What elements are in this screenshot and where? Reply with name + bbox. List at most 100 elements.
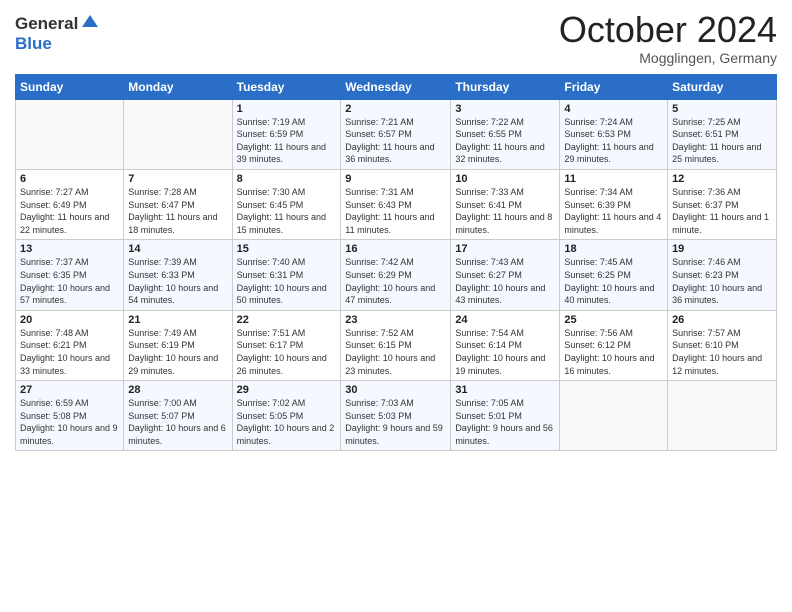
calendar-cell: 2Sunrise: 7:21 AM Sunset: 6:57 PM Daylig… bbox=[341, 99, 451, 169]
calendar-cell bbox=[668, 381, 777, 451]
day-number: 15 bbox=[237, 243, 337, 255]
day-number: 5 bbox=[672, 103, 772, 115]
calendar-cell bbox=[560, 381, 668, 451]
calendar-cell: 7Sunrise: 7:28 AM Sunset: 6:47 PM Daylig… bbox=[124, 169, 232, 239]
day-number: 16 bbox=[345, 243, 446, 255]
day-number: 31 bbox=[455, 384, 555, 396]
day-info: Sunrise: 7:31 AM Sunset: 6:43 PM Dayligh… bbox=[345, 186, 446, 236]
calendar-week-row: 20Sunrise: 7:48 AM Sunset: 6:21 PM Dayli… bbox=[16, 310, 777, 380]
calendar-cell: 1Sunrise: 7:19 AM Sunset: 6:59 PM Daylig… bbox=[232, 99, 341, 169]
page: General Blue October 2024 Mogglingen, Ge… bbox=[0, 0, 792, 612]
calendar-week-row: 13Sunrise: 7:37 AM Sunset: 6:35 PM Dayli… bbox=[16, 240, 777, 310]
day-info: Sunrise: 6:59 AM Sunset: 5:08 PM Dayligh… bbox=[20, 397, 119, 447]
day-info: Sunrise: 7:24 AM Sunset: 6:53 PM Dayligh… bbox=[564, 116, 663, 166]
calendar-day-header: Tuesday bbox=[232, 74, 341, 99]
calendar-cell: 5Sunrise: 7:25 AM Sunset: 6:51 PM Daylig… bbox=[668, 99, 777, 169]
day-number: 1 bbox=[237, 103, 337, 115]
day-info: Sunrise: 7:05 AM Sunset: 5:01 PM Dayligh… bbox=[455, 397, 555, 447]
calendar-cell: 17Sunrise: 7:43 AM Sunset: 6:27 PM Dayli… bbox=[451, 240, 560, 310]
calendar-cell: 28Sunrise: 7:00 AM Sunset: 5:07 PM Dayli… bbox=[124, 381, 232, 451]
day-info: Sunrise: 7:30 AM Sunset: 6:45 PM Dayligh… bbox=[237, 186, 337, 236]
calendar-cell: 4Sunrise: 7:24 AM Sunset: 6:53 PM Daylig… bbox=[560, 99, 668, 169]
day-info: Sunrise: 7:42 AM Sunset: 6:29 PM Dayligh… bbox=[345, 256, 446, 306]
day-info: Sunrise: 7:19 AM Sunset: 6:59 PM Dayligh… bbox=[237, 116, 337, 166]
calendar-day-header: Saturday bbox=[668, 74, 777, 99]
calendar-cell: 24Sunrise: 7:54 AM Sunset: 6:14 PM Dayli… bbox=[451, 310, 560, 380]
calendar-day-header: Monday bbox=[124, 74, 232, 99]
day-number: 27 bbox=[20, 384, 119, 396]
day-number: 6 bbox=[20, 173, 119, 185]
day-info: Sunrise: 7:57 AM Sunset: 6:10 PM Dayligh… bbox=[672, 327, 772, 377]
day-number: 3 bbox=[455, 103, 555, 115]
calendar-cell: 20Sunrise: 7:48 AM Sunset: 6:21 PM Dayli… bbox=[16, 310, 124, 380]
calendar-cell: 9Sunrise: 7:31 AM Sunset: 6:43 PM Daylig… bbox=[341, 169, 451, 239]
day-info: Sunrise: 7:40 AM Sunset: 6:31 PM Dayligh… bbox=[237, 256, 337, 306]
day-number: 14 bbox=[128, 243, 227, 255]
day-info: Sunrise: 7:28 AM Sunset: 6:47 PM Dayligh… bbox=[128, 186, 227, 236]
day-number: 30 bbox=[345, 384, 446, 396]
day-number: 4 bbox=[564, 103, 663, 115]
calendar-cell: 31Sunrise: 7:05 AM Sunset: 5:01 PM Dayli… bbox=[451, 381, 560, 451]
calendar-day-header: Friday bbox=[560, 74, 668, 99]
calendar-cell: 10Sunrise: 7:33 AM Sunset: 6:41 PM Dayli… bbox=[451, 169, 560, 239]
calendar-day-header: Thursday bbox=[451, 74, 560, 99]
day-number: 20 bbox=[20, 314, 119, 326]
calendar-cell: 15Sunrise: 7:40 AM Sunset: 6:31 PM Dayli… bbox=[232, 240, 341, 310]
logo-general-text: General bbox=[15, 14, 78, 34]
day-info: Sunrise: 7:39 AM Sunset: 6:33 PM Dayligh… bbox=[128, 256, 227, 306]
calendar-cell: 18Sunrise: 7:45 AM Sunset: 6:25 PM Dayli… bbox=[560, 240, 668, 310]
calendar-cell: 8Sunrise: 7:30 AM Sunset: 6:45 PM Daylig… bbox=[232, 169, 341, 239]
day-info: Sunrise: 7:27 AM Sunset: 6:49 PM Dayligh… bbox=[20, 186, 119, 236]
day-info: Sunrise: 7:25 AM Sunset: 6:51 PM Dayligh… bbox=[672, 116, 772, 166]
day-info: Sunrise: 7:03 AM Sunset: 5:03 PM Dayligh… bbox=[345, 397, 446, 447]
day-info: Sunrise: 7:34 AM Sunset: 6:39 PM Dayligh… bbox=[564, 186, 663, 236]
day-info: Sunrise: 7:43 AM Sunset: 6:27 PM Dayligh… bbox=[455, 256, 555, 306]
day-info: Sunrise: 7:37 AM Sunset: 6:35 PM Dayligh… bbox=[20, 256, 119, 306]
day-info: Sunrise: 7:02 AM Sunset: 5:05 PM Dayligh… bbox=[237, 397, 337, 447]
calendar-cell: 14Sunrise: 7:39 AM Sunset: 6:33 PM Dayli… bbox=[124, 240, 232, 310]
day-number: 10 bbox=[455, 173, 555, 185]
day-info: Sunrise: 7:48 AM Sunset: 6:21 PM Dayligh… bbox=[20, 327, 119, 377]
day-info: Sunrise: 7:36 AM Sunset: 6:37 PM Dayligh… bbox=[672, 186, 772, 236]
day-info: Sunrise: 7:46 AM Sunset: 6:23 PM Dayligh… bbox=[672, 256, 772, 306]
day-info: Sunrise: 7:21 AM Sunset: 6:57 PM Dayligh… bbox=[345, 116, 446, 166]
day-number: 17 bbox=[455, 243, 555, 255]
calendar-cell: 21Sunrise: 7:49 AM Sunset: 6:19 PM Dayli… bbox=[124, 310, 232, 380]
day-number: 23 bbox=[345, 314, 446, 326]
calendar-cell: 26Sunrise: 7:57 AM Sunset: 6:10 PM Dayli… bbox=[668, 310, 777, 380]
calendar-cell: 23Sunrise: 7:52 AM Sunset: 6:15 PM Dayli… bbox=[341, 310, 451, 380]
calendar-day-header: Sunday bbox=[16, 74, 124, 99]
day-number: 12 bbox=[672, 173, 772, 185]
day-number: 19 bbox=[672, 243, 772, 255]
calendar-week-row: 1Sunrise: 7:19 AM Sunset: 6:59 PM Daylig… bbox=[16, 99, 777, 169]
calendar-week-row: 27Sunrise: 6:59 AM Sunset: 5:08 PM Dayli… bbox=[16, 381, 777, 451]
day-info: Sunrise: 7:00 AM Sunset: 5:07 PM Dayligh… bbox=[128, 397, 227, 447]
logo-icon bbox=[80, 13, 100, 33]
calendar-week-row: 6Sunrise: 7:27 AM Sunset: 6:49 PM Daylig… bbox=[16, 169, 777, 239]
day-info: Sunrise: 7:33 AM Sunset: 6:41 PM Dayligh… bbox=[455, 186, 555, 236]
calendar-cell: 16Sunrise: 7:42 AM Sunset: 6:29 PM Dayli… bbox=[341, 240, 451, 310]
day-number: 11 bbox=[564, 173, 663, 185]
title-block: October 2024 Mogglingen, Germany bbox=[559, 10, 777, 66]
day-number: 26 bbox=[672, 314, 772, 326]
day-number: 24 bbox=[455, 314, 555, 326]
calendar-cell: 29Sunrise: 7:02 AM Sunset: 5:05 PM Dayli… bbox=[232, 381, 341, 451]
day-number: 13 bbox=[20, 243, 119, 255]
calendar-cell: 19Sunrise: 7:46 AM Sunset: 6:23 PM Dayli… bbox=[668, 240, 777, 310]
calendar-cell: 13Sunrise: 7:37 AM Sunset: 6:35 PM Dayli… bbox=[16, 240, 124, 310]
header: General Blue October 2024 Mogglingen, Ge… bbox=[15, 10, 777, 66]
day-number: 25 bbox=[564, 314, 663, 326]
day-number: 29 bbox=[237, 384, 337, 396]
month-title: October 2024 bbox=[559, 10, 777, 50]
day-info: Sunrise: 7:52 AM Sunset: 6:15 PM Dayligh… bbox=[345, 327, 446, 377]
calendar-cell: 30Sunrise: 7:03 AM Sunset: 5:03 PM Dayli… bbox=[341, 381, 451, 451]
day-info: Sunrise: 7:51 AM Sunset: 6:17 PM Dayligh… bbox=[237, 327, 337, 377]
calendar-cell: 11Sunrise: 7:34 AM Sunset: 6:39 PM Dayli… bbox=[560, 169, 668, 239]
day-number: 8 bbox=[237, 173, 337, 185]
calendar-cell: 27Sunrise: 6:59 AM Sunset: 5:08 PM Dayli… bbox=[16, 381, 124, 451]
logo-blue-text: Blue bbox=[15, 34, 52, 53]
day-number: 2 bbox=[345, 103, 446, 115]
logo: General Blue bbox=[15, 14, 100, 54]
day-info: Sunrise: 7:54 AM Sunset: 6:14 PM Dayligh… bbox=[455, 327, 555, 377]
calendar-cell bbox=[16, 99, 124, 169]
